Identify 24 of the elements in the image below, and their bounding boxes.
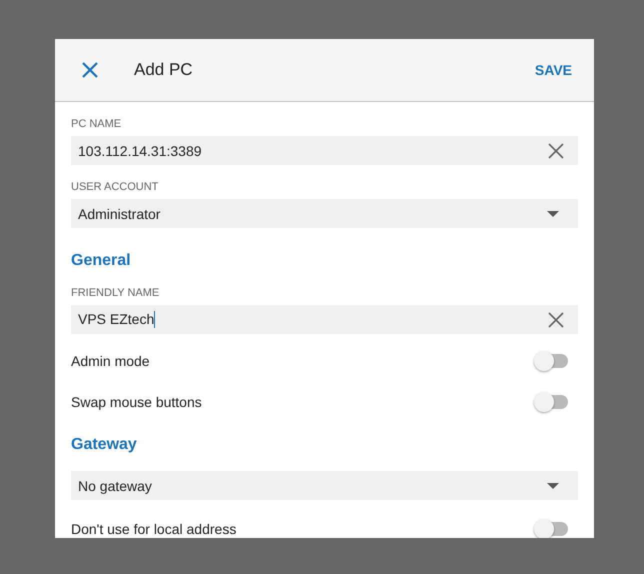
- field-value: 103.112.14.31:3389: [78, 142, 202, 158]
- dropdown[interactable]: No gateway: [71, 471, 578, 500]
- dropdown-arrow-icon[interactable]: [547, 482, 559, 488]
- save-button[interactable]: SAVE: [534, 58, 572, 82]
- toggle-switch[interactable]: [534, 350, 568, 370]
- field-label: PC NAME: [71, 118, 122, 131]
- field-label: USER ACCOUNT: [71, 181, 160, 194]
- section-heading: Gateway: [71, 436, 138, 454]
- clear-icon[interactable]: [548, 312, 564, 328]
- dropdown[interactable]: Administrator: [71, 199, 578, 228]
- input-field[interactable]: 103.112.14.31:3389: [71, 136, 578, 165]
- dialog-title: Add PC: [134, 60, 194, 80]
- toggle-switch[interactable]: [534, 392, 568, 412]
- setting-label: Admin mode: [71, 352, 150, 368]
- toggle-switch[interactable]: [534, 518, 568, 538]
- close-icon[interactable]: [81, 61, 99, 79]
- field-label: FRIENDLY NAME: [71, 287, 160, 300]
- input-field[interactable]: VPS EZtech: [71, 305, 578, 334]
- setting-label: Don't use for local address: [71, 520, 236, 536]
- clear-icon[interactable]: [548, 142, 564, 158]
- field-value: VPS EZtech: [78, 310, 156, 328]
- setting-label: Swap mouse buttons: [71, 394, 202, 410]
- section-heading: General: [71, 252, 132, 270]
- dropdown-arrow-icon[interactable]: [547, 210, 559, 216]
